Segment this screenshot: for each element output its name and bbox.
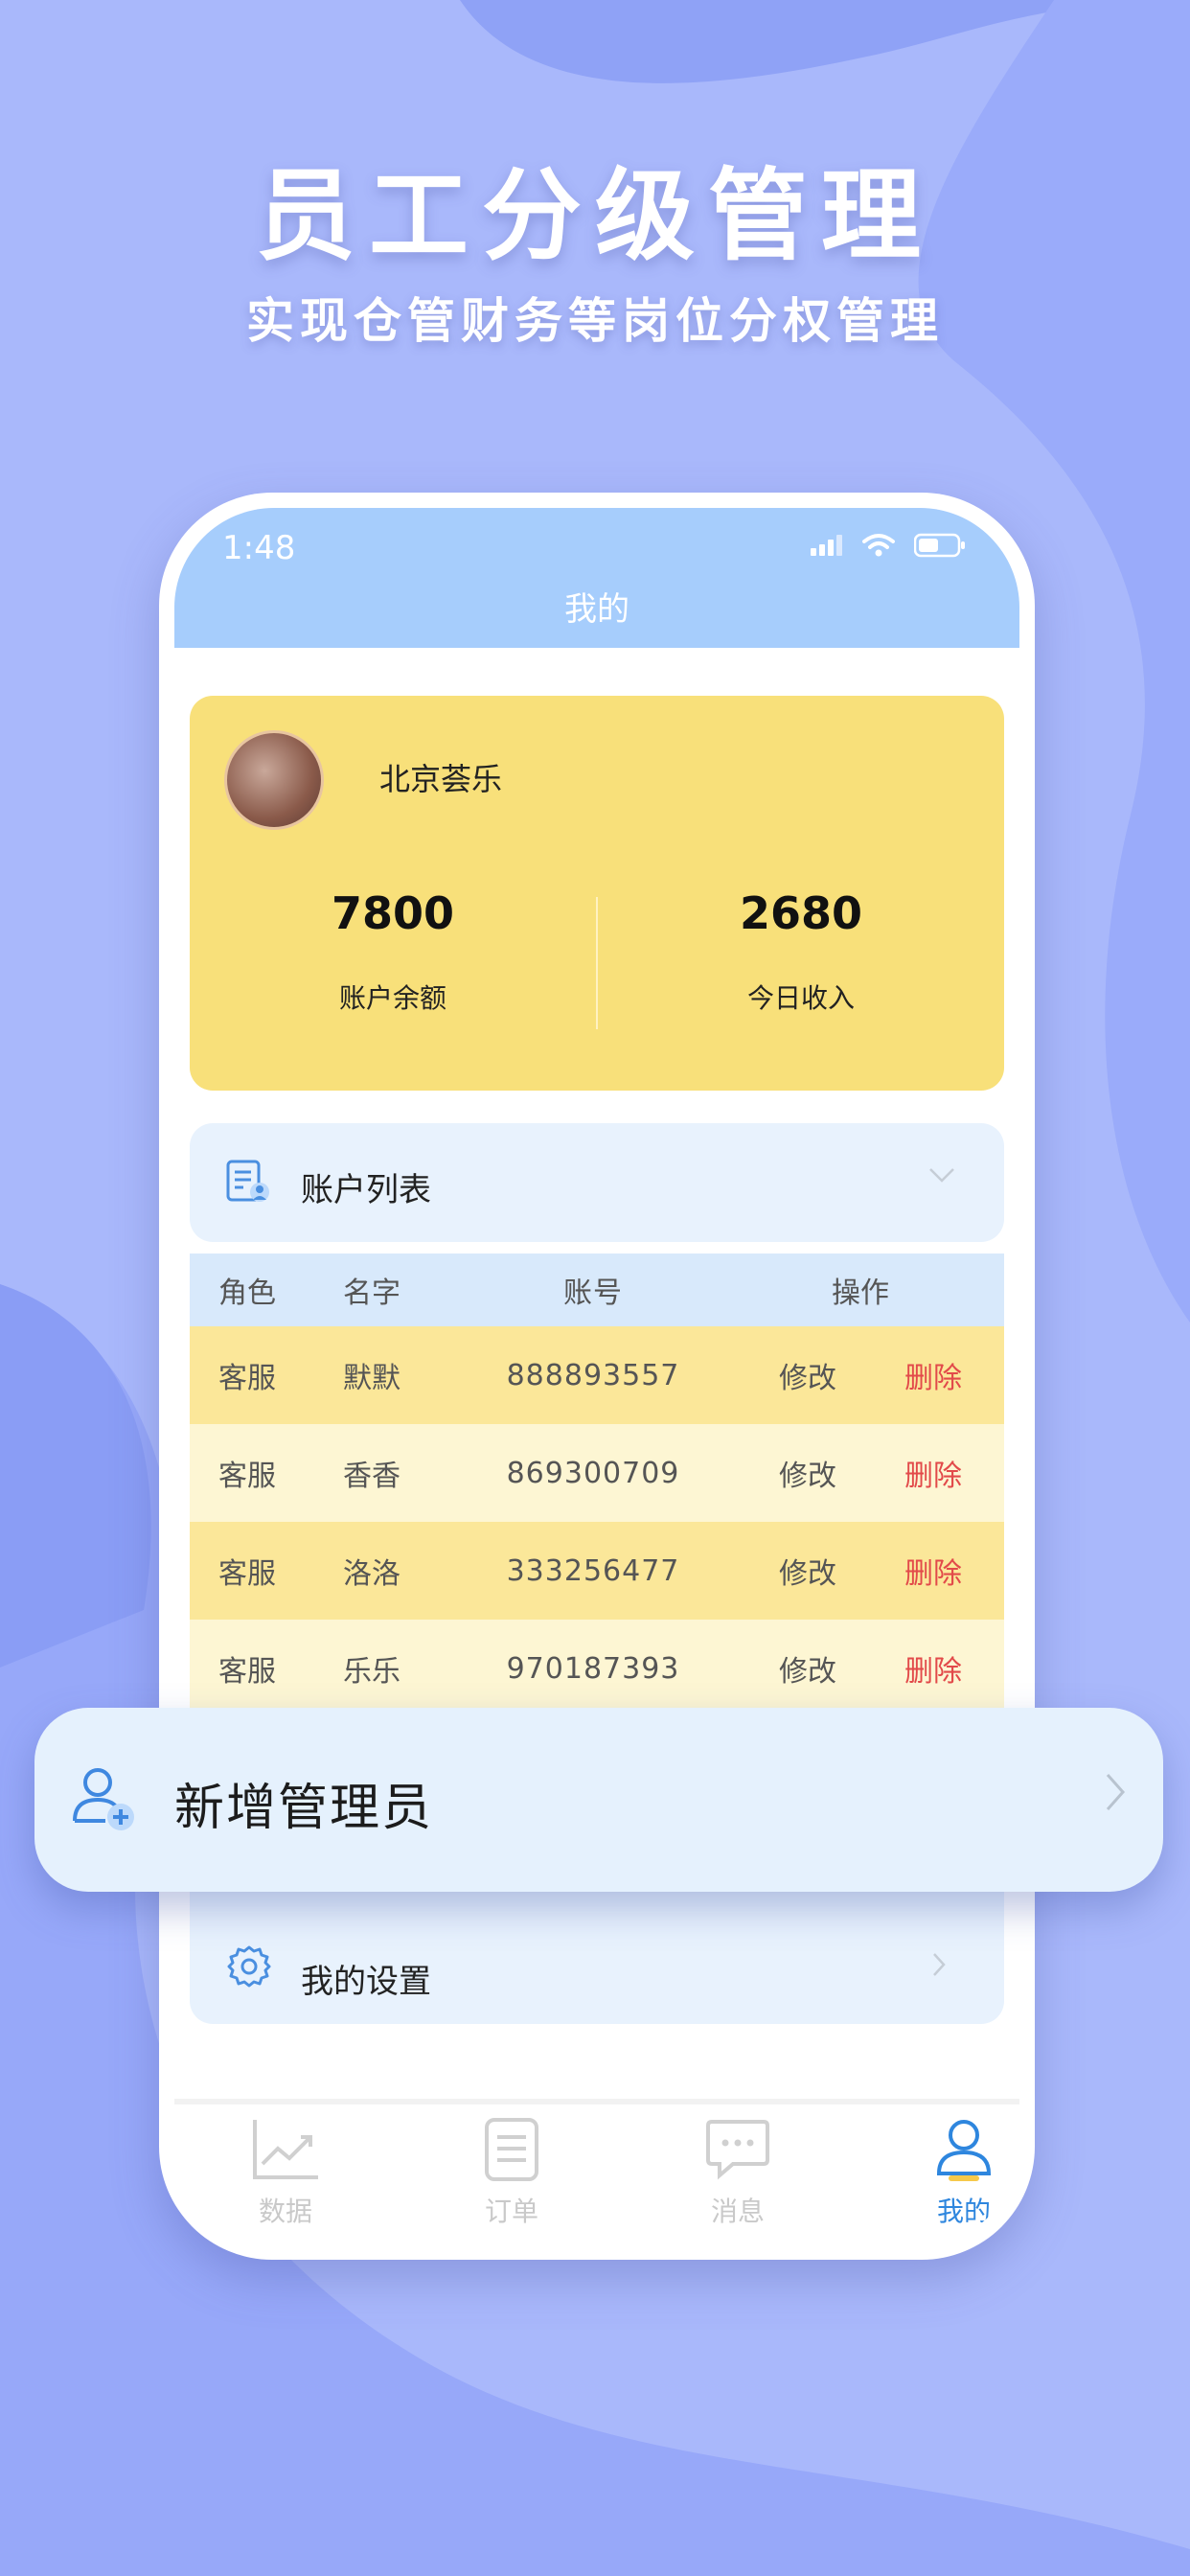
status-time: 1:48 <box>222 529 296 567</box>
table-row: 客服 乐乐 970187393 修改 删除 <box>190 1620 1004 1717</box>
signal-icon <box>811 535 842 556</box>
row-account: 333256477 <box>506 1553 680 1588</box>
row-account: 888893557 <box>506 1358 680 1392</box>
delete-button[interactable]: 删除 <box>904 1620 962 1717</box>
tab-messages[interactable]: 消息 <box>680 2116 795 2229</box>
app-header: 1:48 我的 <box>174 508 1019 648</box>
row-name: 香香 <box>343 1460 400 1493</box>
delete-button[interactable]: 删除 <box>904 1424 962 1522</box>
header-role: 角色 <box>218 1276 276 1310</box>
income-label: 今日收入 <box>746 982 855 1014</box>
battery-icon <box>914 533 965 558</box>
tab-label: 我的 <box>936 2196 991 2227</box>
settings-label: 我的设置 <box>301 1963 431 2001</box>
row-account: 970187393 <box>506 1651 680 1686</box>
row-role: 客服 <box>218 1655 276 1689</box>
document-icon <box>485 2118 538 2181</box>
row-role: 客服 <box>218 1557 276 1591</box>
wifi-icon <box>862 534 895 557</box>
row-role: 客服 <box>218 1460 276 1493</box>
edit-button[interactable]: 修改 <box>779 1424 836 1522</box>
tab-bar: 数据 订单 消息 我的 <box>174 2099 1019 2244</box>
table-row: 客服 默默 888893557 修改 删除 <box>190 1326 1004 1424</box>
row-role: 客服 <box>218 1362 276 1395</box>
chart-icon <box>253 2120 318 2179</box>
tab-label: 数据 <box>258 2196 312 2227</box>
status-icons <box>811 533 966 558</box>
edit-button[interactable]: 修改 <box>779 1620 836 1717</box>
tab-label: 消息 <box>710 2196 765 2227</box>
income-value: 2680 <box>739 887 863 939</box>
tab-data[interactable]: 数据 <box>228 2116 343 2229</box>
gear-icon <box>226 1944 272 1993</box>
add-user-icon <box>67 1761 144 1842</box>
table-row: 客服 香香 869300709 修改 删除 <box>190 1424 1004 1522</box>
promo-subline: 实现仓管财务等岗位分权管理 <box>246 293 944 349</box>
tab-orders[interactable]: 订单 <box>454 2116 569 2229</box>
account-list-title: 账户列表 <box>301 1171 431 1209</box>
phone-screen: 1:48 我的 北京荟乐 7800 账户余额 2680 今日收入 账户列表 角色… <box>174 508 1019 2244</box>
account-list-header[interactable]: 账户列表 <box>190 1123 1004 1242</box>
row-name: 默默 <box>343 1362 400 1395</box>
account-list-icon <box>224 1158 272 1209</box>
edit-button[interactable]: 修改 <box>779 1326 836 1424</box>
tab-me[interactable]: 我的 <box>906 2116 1019 2229</box>
chevron-down-icon[interactable] <box>927 1165 956 1188</box>
phone-frame: 1:48 我的 北京荟乐 7800 账户余额 2680 今日收入 账户列表 角色… <box>159 493 1035 2260</box>
table-header: 角色 名字 账号 操作 <box>190 1254 1004 1326</box>
chevron-right-icon <box>931 1951 947 1982</box>
delete-button[interactable]: 删除 <box>904 1522 962 1620</box>
profile-card: 北京荟乐 7800 账户余额 2680 今日收入 <box>190 696 1004 1091</box>
store-name: 北京荟乐 <box>379 761 503 797</box>
balance-value: 7800 <box>331 887 455 939</box>
header-account: 账号 <box>563 1276 623 1310</box>
avatar[interactable] <box>224 730 324 830</box>
chevron-right-icon <box>1104 1771 1127 1817</box>
tab-label: 订单 <box>484 2196 538 2227</box>
header-action: 操作 <box>832 1276 889 1310</box>
row-account: 869300709 <box>506 1456 680 1490</box>
message-icon <box>706 2120 769 2180</box>
user-icon <box>936 2120 992 2181</box>
page-title: 我的 <box>564 590 629 629</box>
edit-button[interactable]: 修改 <box>779 1522 836 1620</box>
row-name: 洛洛 <box>343 1557 400 1591</box>
income-stat[interactable]: 2680 今日收入 <box>598 887 1004 1016</box>
accounts-table: 角色 名字 账号 操作 客服 默默 888893557 修改 删除 客服 香香 … <box>190 1254 1004 1717</box>
promo-headline: 员工分级管理 <box>255 157 934 274</box>
header-name: 名字 <box>343 1276 400 1310</box>
row-name: 乐乐 <box>343 1655 400 1689</box>
table-row: 客服 洛洛 333256477 修改 删除 <box>190 1522 1004 1620</box>
balance-stat[interactable]: 7800 账户余额 <box>190 887 596 1016</box>
delete-button[interactable]: 删除 <box>904 1326 962 1424</box>
add-admin-label: 新增管理员 <box>174 1780 434 1837</box>
balance-label: 账户余额 <box>338 982 446 1014</box>
add-admin-item[interactable]: 新增管理员 <box>34 1708 1163 1892</box>
